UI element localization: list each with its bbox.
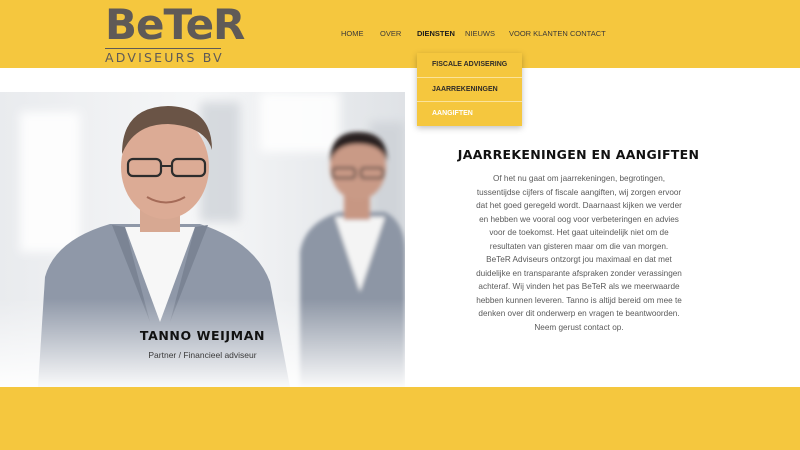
logo[interactable]: BeTeR ADVISEURS BV (105, 4, 245, 66)
nav-contact[interactable]: CONTACT (570, 28, 606, 40)
logo-subtitle: ADVISEURS BV (105, 50, 224, 65)
person-name: TANNO WEIJMAN (139, 328, 266, 343)
dropdown-item-fiscale-advisering[interactable]: FISCALE ADVISERING (417, 53, 522, 76)
nav-diensten[interactable]: DIENSTEN (417, 28, 455, 40)
section-body: Of het nu gaat om jaarrekeningen, begrot… (466, 172, 692, 334)
logo-wordmark: BeTeR (105, 0, 245, 49)
body-line: denken over dit onderwerp en vragen te b… (478, 309, 680, 318)
diensten-dropdown: FISCALE ADVISERING JAARREKENINGEN AANGIF… (417, 53, 522, 126)
body-line: dat het goed geregeld wordt. Daarnaast k… (476, 201, 682, 210)
person-role: Partner / Financieel adviseur (148, 350, 257, 360)
body-line: achteraf. Wij vinden het pas BeTeR als w… (478, 282, 680, 291)
body-line: duidelijke en transparante afspraken zon… (476, 268, 682, 278)
body-line: resultaten van gisteren maar om die van … (489, 241, 669, 251)
body-line: Neem gerust contact op. (534, 322, 624, 332)
logo-divider (105, 48, 221, 49)
body-line: hebben kunnen leveren. Tanno is altijd b… (476, 295, 682, 305)
body-line: en hebben we vooral oog voor verbetering… (479, 214, 679, 224)
nav-nieuws[interactable]: NIEUWS (465, 28, 495, 40)
dropdown-item-aangiften[interactable]: AANGIFTEN (417, 101, 522, 124)
section-title: JAARREKENINGEN EN AANGIFTEN (457, 147, 700, 162)
site-footer (0, 387, 800, 450)
body-line: Of het nu gaat om jaarrekeningen, begrot… (492, 174, 666, 183)
nav-home[interactable]: HOME (341, 28, 364, 40)
body-line: BeTeR Adviseurs ontzorgt jou maximaal en… (486, 255, 672, 264)
dropdown-item-jaarrekeningen[interactable]: JAARREKENINGEN (417, 77, 522, 100)
body-line: tussentijdse cijfers of fiscale aangifte… (476, 187, 682, 197)
site-header: BeTeR ADVISEURS BV HOME OVER DIENSTEN NI… (0, 0, 800, 68)
nav-voor-klanten[interactable]: VOOR KLANTEN (509, 28, 568, 40)
body-line: voor de toekomst. Het gaat uiteindelijk … (489, 228, 669, 237)
nav-over[interactable]: OVER (380, 28, 401, 40)
